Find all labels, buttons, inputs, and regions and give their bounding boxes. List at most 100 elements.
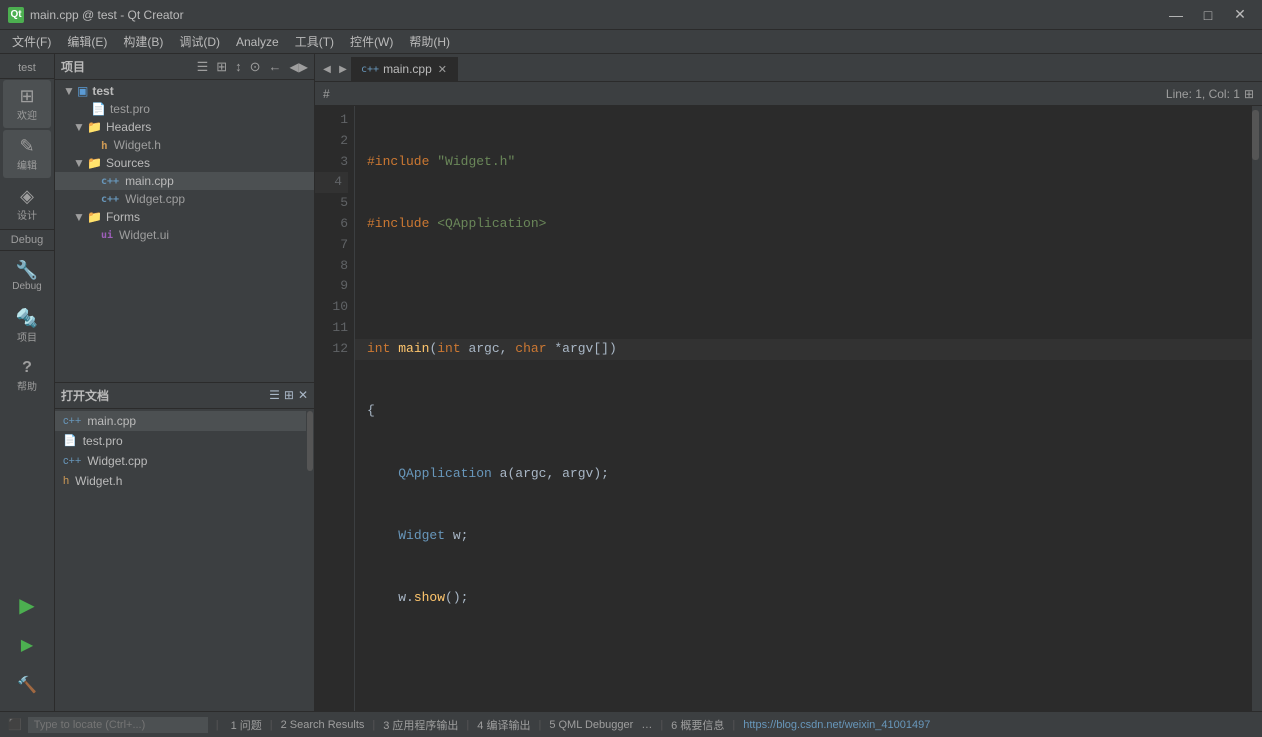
status-compile-output[interactable]: 4 编译输出	[473, 715, 534, 735]
back-icon[interactable]: ←	[267, 58, 284, 76]
build-button[interactable]: 🔨	[7, 667, 47, 703]
status-more[interactable]: …	[641, 719, 652, 731]
project-tree: ▼ ▣ test 📄 test.pro ▼	[55, 80, 314, 382]
menu-tools[interactable]: 工具(T)	[287, 31, 342, 52]
tree-item-forms[interactable]: ▼ 📁 Forms	[55, 208, 314, 226]
minimize-button[interactable]: —	[1162, 5, 1190, 25]
sync-icon[interactable]: ⊞	[214, 58, 229, 76]
sidebar-btn-edit[interactable]: ✎ 编辑	[3, 130, 51, 178]
tab-nav-left[interactable]: ◀	[319, 57, 335, 81]
status-qml-debugger[interactable]: 5 QML Debugger	[545, 717, 637, 733]
doc-item-widget-h[interactable]: h Widget.h	[55, 471, 314, 491]
doc-label-main-cpp: main.cpp	[87, 414, 136, 428]
open-docs-filter-icon[interactable]: ☰	[269, 388, 280, 402]
run-button[interactable]: ▶	[7, 587, 47, 623]
sidebar-btn-design[interactable]: ◈ 设计	[3, 180, 51, 228]
tab-label-main-cpp: main.cpp	[383, 62, 432, 76]
doc-item-test-pro[interactable]: 📄 test.pro	[55, 431, 314, 451]
code-content[interactable]: #include "Widget.h" #include <QApplicati…	[355, 106, 1252, 711]
doc-item-main-cpp[interactable]: c++ main.cpp	[55, 411, 314, 431]
tree-label-sources: Sources	[106, 156, 150, 170]
status-app-output[interactable]: 3 应用程序输出	[379, 715, 462, 735]
headers-folder-icon: 📁	[87, 120, 102, 134]
settings-icon[interactable]: ⊙	[248, 58, 263, 76]
split-view-icon[interactable]: ⊞	[1244, 87, 1254, 101]
code-line-1: #include "Widget.h"	[367, 152, 1240, 173]
expand-test[interactable]: ▼	[63, 84, 77, 98]
maximize-button[interactable]: □	[1194, 5, 1222, 25]
sidebar-test-tab[interactable]: test	[0, 58, 54, 79]
pro-file-icon: 📄	[91, 102, 106, 116]
tree-item-widget-cpp[interactable]: c++ Widget.cpp	[55, 190, 314, 208]
status-url[interactable]: https://blog.csdn.net/weixin_41001497	[739, 717, 934, 733]
forms-folder-icon: 📁	[87, 210, 102, 224]
window-controls: — □ ✕	[1162, 5, 1254, 25]
sidebar-btn-welcome[interactable]: ⊞ 欢迎	[3, 80, 51, 128]
menu-edit[interactable]: 编辑(E)	[59, 31, 115, 52]
tab-nav-right[interactable]: ▶	[335, 57, 351, 81]
status-overview[interactable]: 6 概要信息	[667, 715, 728, 735]
open-docs-close-icon[interactable]: ✕	[298, 388, 308, 402]
tree-label-widget-h: Widget.h	[114, 138, 161, 152]
line-num-8: 8	[315, 256, 348, 277]
code-line-5: {	[367, 401, 1240, 422]
open-docs-header: 打开文档 ☰ ⊞ ✕	[55, 383, 314, 409]
tree-item-main-cpp[interactable]: c++ main.cpp	[55, 172, 314, 190]
nav-left[interactable]: ◀	[290, 60, 299, 74]
sources-folder-icon: 📁	[87, 156, 102, 170]
filter-icon[interactable]: ☰	[195, 58, 211, 76]
tree-item-test-pro[interactable]: 📄 test.pro	[55, 100, 314, 118]
tree-label-forms: Forms	[106, 210, 140, 224]
doc-label-widget-h: Widget.h	[75, 474, 122, 488]
menu-analyze[interactable]: Analyze	[228, 33, 287, 51]
status-sep-5: |	[538, 719, 541, 731]
locate-input[interactable]	[28, 717, 208, 733]
tree-item-widget-ui[interactable]: ui Widget.ui	[55, 226, 314, 244]
left-sidebar: test ⊞ 欢迎 ✎ 编辑 ◈ 设计 Debug 🔧 Debug 🔩 项目 ?…	[0, 54, 55, 711]
nav-right[interactable]: ▶	[299, 60, 308, 74]
main-layout: test ⊞ 欢迎 ✎ 编辑 ◈ 设计 Debug 🔧 Debug 🔩 项目 ?…	[0, 54, 1262, 711]
expand-headers[interactable]: ▼	[73, 120, 87, 134]
menu-debug[interactable]: 调试(D)	[171, 31, 228, 52]
line-col-indicator: Line: 1, Col: 1	[1166, 87, 1240, 101]
doc-item-widget-cpp[interactable]: c++ Widget.cpp	[55, 451, 314, 471]
collapse-icon[interactable]: ↕	[233, 58, 244, 76]
project-panel-title: 项目	[61, 58, 195, 75]
open-docs-panel: 打开文档 ☰ ⊞ ✕ c++ main.cpp 📄 test.pro	[55, 383, 314, 712]
tree-item-test[interactable]: ▼ ▣ test	[55, 82, 314, 100]
project-icon: 🔩	[16, 309, 38, 327]
sidebar-btn-project[interactable]: 🔩 项目	[3, 302, 51, 350]
tree-item-headers[interactable]: ▼ 📁 Headers	[55, 118, 314, 136]
line-num-10: 10	[315, 297, 348, 318]
debug-run-button[interactable]: ▶︎	[7, 627, 47, 663]
expand-forms[interactable]: ▼	[73, 210, 87, 224]
status-search-results[interactable]: 2 Search Results	[277, 717, 369, 733]
tree-item-widget-h[interactable]: h Widget.h	[55, 136, 314, 154]
sidebar-btn-debug[interactable]: 🔧 Debug	[3, 252, 51, 300]
expand-sources[interactable]: ▼	[73, 156, 87, 170]
code-line-3	[367, 276, 1240, 297]
status-problems[interactable]: 1 问题	[227, 715, 266, 735]
tree-item-sources[interactable]: ▼ 📁 Sources	[55, 154, 314, 172]
sidebar-debug-tab[interactable]: Debug	[0, 229, 54, 251]
code-line-8: w.show();	[367, 588, 1240, 609]
status-sep-7: |	[732, 719, 735, 731]
status-indicator: ⬛	[8, 718, 22, 731]
menu-help[interactable]: 帮助(H)	[401, 31, 458, 52]
editor-scrollbar[interactable]	[1252, 106, 1262, 711]
app-icon: Qt	[8, 7, 24, 23]
title-bar: Qt main.cpp @ test - Qt Creator — □ ✕	[0, 0, 1262, 30]
open-docs-layout-icon[interactable]: ⊞	[284, 388, 294, 402]
sidebar-btn-help[interactable]: ? 帮助	[3, 352, 51, 400]
welcome-icon: ⊞	[19, 87, 34, 105]
open-docs-scrollbar	[306, 409, 314, 712]
status-sep-2: |	[270, 719, 273, 731]
tab-close-main[interactable]: ✕	[438, 63, 447, 76]
code-editor[interactable]: 1 2 3 4 5 6 7 8 9 10 11 12 #include "Wid…	[315, 106, 1262, 711]
debug-icon: 🔧	[16, 261, 38, 279]
menu-build[interactable]: 构建(B)	[115, 31, 171, 52]
close-button[interactable]: ✕	[1226, 5, 1254, 25]
tab-main-cpp[interactable]: c++ main.cpp ✕	[351, 57, 458, 81]
menu-file[interactable]: 文件(F)	[4, 31, 59, 52]
menu-widgets[interactable]: 控件(W)	[342, 31, 401, 52]
